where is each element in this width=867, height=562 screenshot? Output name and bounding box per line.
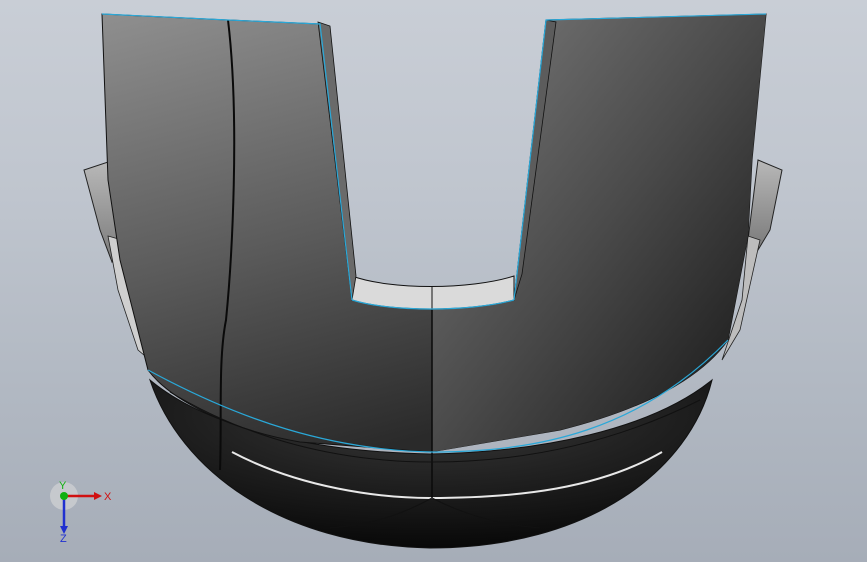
right-side-flap (747, 159, 783, 251)
axis-triad: X Y Z (50, 480, 112, 542)
inner-cut-face (351, 275, 515, 310)
axis-label-x: X (104, 491, 112, 503)
3d-model-part[interactable] (0, 0, 867, 562)
right-half-shade (432, 14, 766, 452)
axis-label-y: Y (59, 480, 67, 492)
cad-viewport[interactable]: X Y Z (0, 0, 867, 562)
axis-label-z: Z (60, 533, 67, 542)
